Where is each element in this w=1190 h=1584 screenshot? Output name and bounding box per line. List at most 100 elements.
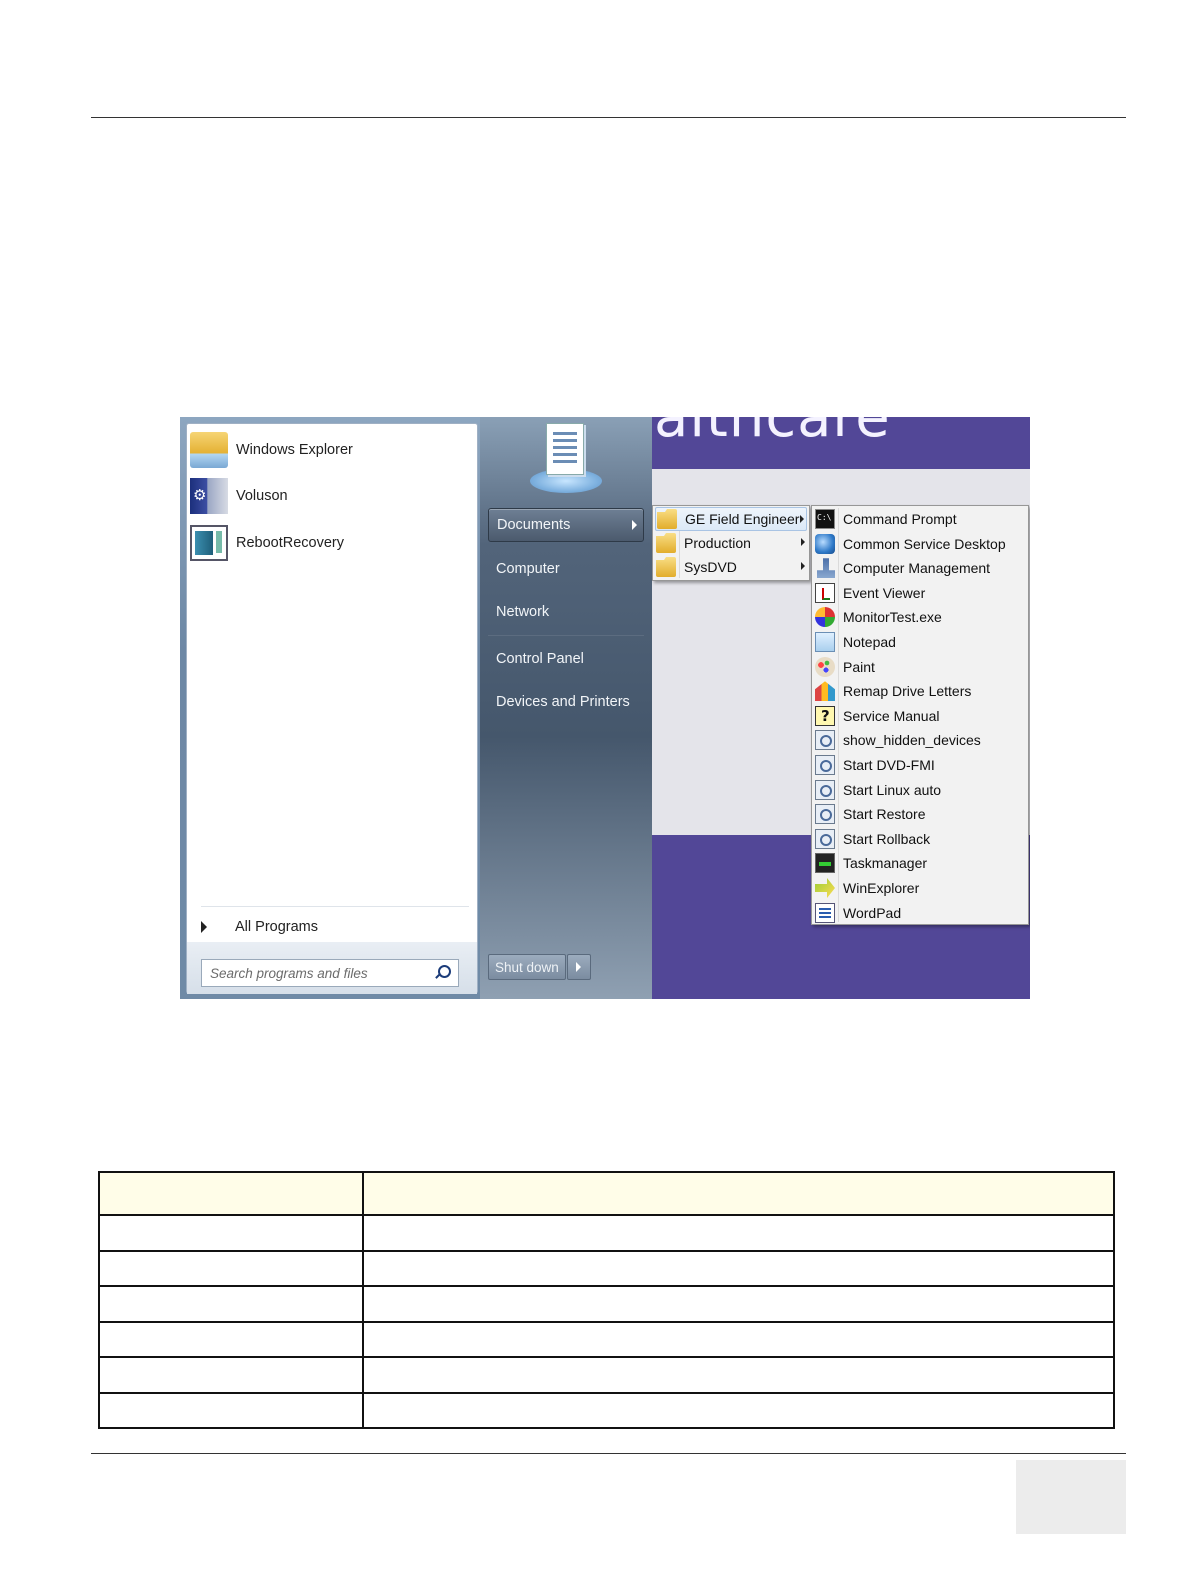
right-item-devices-and-printers[interactable]: Devices and Printers bbox=[488, 685, 644, 719]
pinned-item-reboot-recovery[interactable]: RebootRecovery bbox=[190, 523, 474, 563]
page-number-box bbox=[1016, 1460, 1126, 1534]
right-item-control-panel[interactable]: Control Panel bbox=[488, 642, 644, 676]
table-cell bbox=[98, 1320, 364, 1358]
menu-item-label: Notepad bbox=[843, 634, 896, 650]
submenu-item-production[interactable]: Production bbox=[655, 531, 807, 555]
menu-item-label: Start Restore bbox=[843, 806, 926, 823]
user-picture[interactable] bbox=[528, 423, 604, 495]
right-item-label: Documents bbox=[497, 517, 571, 533]
table-cell bbox=[362, 1214, 1115, 1252]
submenu-item-sysdvd[interactable]: SysDVD bbox=[655, 555, 807, 579]
menu-item-notepad[interactable]: Notepad bbox=[814, 630, 1028, 654]
help-icon bbox=[815, 705, 835, 726]
menu-item-label: Start DVD-FMI bbox=[843, 757, 935, 773]
pinned-item-label: Voluson bbox=[236, 488, 288, 504]
right-item-label: Control Panel bbox=[496, 651, 584, 667]
desktop-brand-text: althcare bbox=[654, 417, 891, 450]
shutdown-button[interactable]: Shut down bbox=[488, 954, 566, 980]
header-rule bbox=[91, 117, 1126, 118]
wordpad-icon bbox=[815, 902, 835, 923]
cmd-icon bbox=[815, 509, 835, 529]
search-input[interactable] bbox=[210, 965, 434, 981]
table-cell bbox=[98, 1285, 364, 1323]
submenu-item-ge-field-engineer[interactable]: GE Field Engineer bbox=[655, 507, 807, 531]
script-icon bbox=[815, 828, 835, 849]
menu-item-label: MonitorTest.exe bbox=[843, 609, 942, 626]
pinned-item-windows-explorer[interactable]: Windows Explorer bbox=[190, 430, 474, 470]
menu-item-event-viewer[interactable]: Event Viewer bbox=[814, 581, 1028, 605]
script-icon bbox=[815, 804, 835, 825]
divider bbox=[488, 635, 644, 636]
menu-item-winexplorer[interactable]: WinExplorer bbox=[814, 876, 1028, 900]
right-item-network[interactable]: Network bbox=[488, 595, 644, 629]
document-icon bbox=[546, 423, 584, 475]
menu-item-start-linux-auto[interactable]: Start Linux auto bbox=[814, 778, 1028, 802]
menu-item-service-manual[interactable]: Service Manual bbox=[814, 704, 1028, 728]
submenu-arrow-icon bbox=[801, 562, 805, 570]
menu-item-label: Computer Management bbox=[843, 560, 991, 577]
menu-item-label: Start Rollback bbox=[843, 830, 931, 847]
right-item-label: Devices and Printers bbox=[496, 694, 630, 710]
taskmanager-icon bbox=[815, 853, 835, 874]
menu-item-monitortest[interactable]: MonitorTest.exe bbox=[814, 605, 1028, 629]
footer-rule bbox=[91, 1453, 1126, 1454]
menu-item-start-dvd-fmi[interactable]: Start DVD-FMI bbox=[814, 753, 1028, 777]
table-cell bbox=[362, 1320, 1115, 1358]
menu-item-label: Service Manual bbox=[843, 707, 940, 724]
menu-item-label: Paint bbox=[843, 658, 875, 675]
winexplorer-icon bbox=[815, 878, 835, 898]
start-menu-left-pane: Windows Explorer ⚙ Voluson RebootRecover… bbox=[186, 423, 478, 994]
pinned-item-label: Windows Explorer bbox=[236, 442, 353, 458]
table-cell bbox=[362, 1285, 1115, 1323]
shutdown-options-button[interactable] bbox=[566, 954, 591, 980]
menu-item-common-service-desktop[interactable]: Common Service Desktop bbox=[814, 532, 1028, 556]
menu-item-remap-drive-letters[interactable]: Remap Drive Letters bbox=[814, 679, 1028, 703]
menu-item-paint[interactable]: Paint bbox=[814, 655, 1028, 679]
description-table bbox=[98, 1171, 1115, 1429]
search-box[interactable] bbox=[201, 959, 459, 987]
monitor-test-icon bbox=[815, 607, 835, 628]
menu-item-label: Command Prompt bbox=[843, 511, 957, 527]
reboot-recovery-icon bbox=[190, 525, 228, 561]
menu-item-label: Taskmanager bbox=[843, 855, 928, 872]
table-cell bbox=[98, 1391, 364, 1429]
menu-item-label: WinExplorer bbox=[843, 880, 920, 896]
table-row bbox=[98, 1249, 1115, 1287]
all-programs-button[interactable]: All Programs bbox=[197, 912, 467, 942]
menu-item-label: WordPad bbox=[843, 904, 902, 921]
right-item-computer[interactable]: Computer bbox=[488, 552, 644, 586]
table-row bbox=[98, 1356, 1115, 1394]
submenu-arrow-icon bbox=[801, 538, 805, 546]
submenu-arrow-icon bbox=[800, 515, 804, 523]
folder-icon bbox=[657, 509, 677, 529]
menu-item-start-restore[interactable]: Start Restore bbox=[814, 802, 1028, 826]
search-icon[interactable] bbox=[434, 965, 451, 981]
table-header-cell bbox=[98, 1171, 364, 1216]
table-row bbox=[98, 1214, 1115, 1252]
menu-item-show-hidden-devices[interactable]: show_hidden_devices bbox=[814, 728, 1028, 752]
menu-item-label: Common Service Desktop bbox=[843, 535, 1006, 552]
menu-item-start-rollback[interactable]: Start Rollback bbox=[814, 827, 1028, 851]
submenu-item-label: Production bbox=[684, 535, 751, 551]
remap-icon bbox=[815, 681, 835, 702]
table-cell bbox=[362, 1249, 1115, 1287]
computer-management-icon bbox=[817, 558, 835, 579]
globe-icon bbox=[815, 533, 835, 554]
menu-item-label: Start Linux auto bbox=[843, 781, 942, 798]
menu-item-computer-management[interactable]: Computer Management bbox=[814, 556, 1028, 580]
table-cell bbox=[98, 1249, 364, 1287]
right-item-documents[interactable]: Documents bbox=[488, 508, 644, 542]
folder-explorer-icon bbox=[190, 432, 228, 468]
menu-item-wordpad[interactable]: WordPad bbox=[814, 901, 1028, 925]
all-programs-label: All Programs bbox=[235, 919, 318, 935]
event-viewer-icon bbox=[815, 582, 835, 603]
triangle-right-icon bbox=[201, 921, 207, 933]
start-menu-screenshot: althcare Windows Explorer ⚙ Voluson Rebo… bbox=[180, 417, 1030, 999]
pinned-item-voluson[interactable]: ⚙ Voluson bbox=[190, 476, 474, 516]
menu-item-command-prompt[interactable]: Command Prompt bbox=[814, 507, 1028, 531]
script-icon bbox=[815, 730, 835, 751]
documents-submenu: GE Field Engineer Production SysDVD bbox=[652, 505, 810, 581]
menu-item-taskmanager[interactable]: Taskmanager bbox=[814, 851, 1028, 875]
table-cell bbox=[98, 1214, 364, 1252]
paint-icon bbox=[815, 656, 835, 677]
